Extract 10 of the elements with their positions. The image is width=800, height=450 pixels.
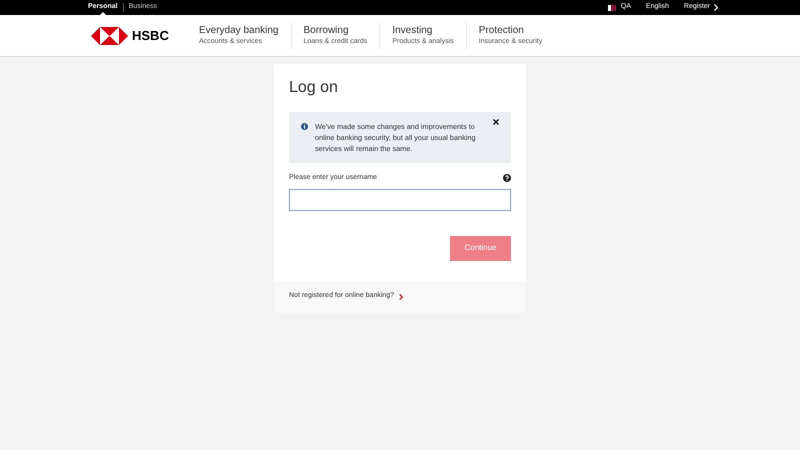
help-icon[interactable] (503, 174, 511, 182)
logo-text: HSBC (132, 26, 170, 45)
flag-icon (608, 4, 616, 10)
username-field[interactable] (289, 188, 511, 210)
chevron-right-icon (399, 294, 404, 300)
close-icon[interactable] (493, 119, 499, 125)
chevron-right-icon (714, 4, 718, 11)
info-icon (301, 123, 308, 130)
login-title: Log on (289, 78, 339, 98)
hexagon-logo-icon (91, 26, 128, 44)
